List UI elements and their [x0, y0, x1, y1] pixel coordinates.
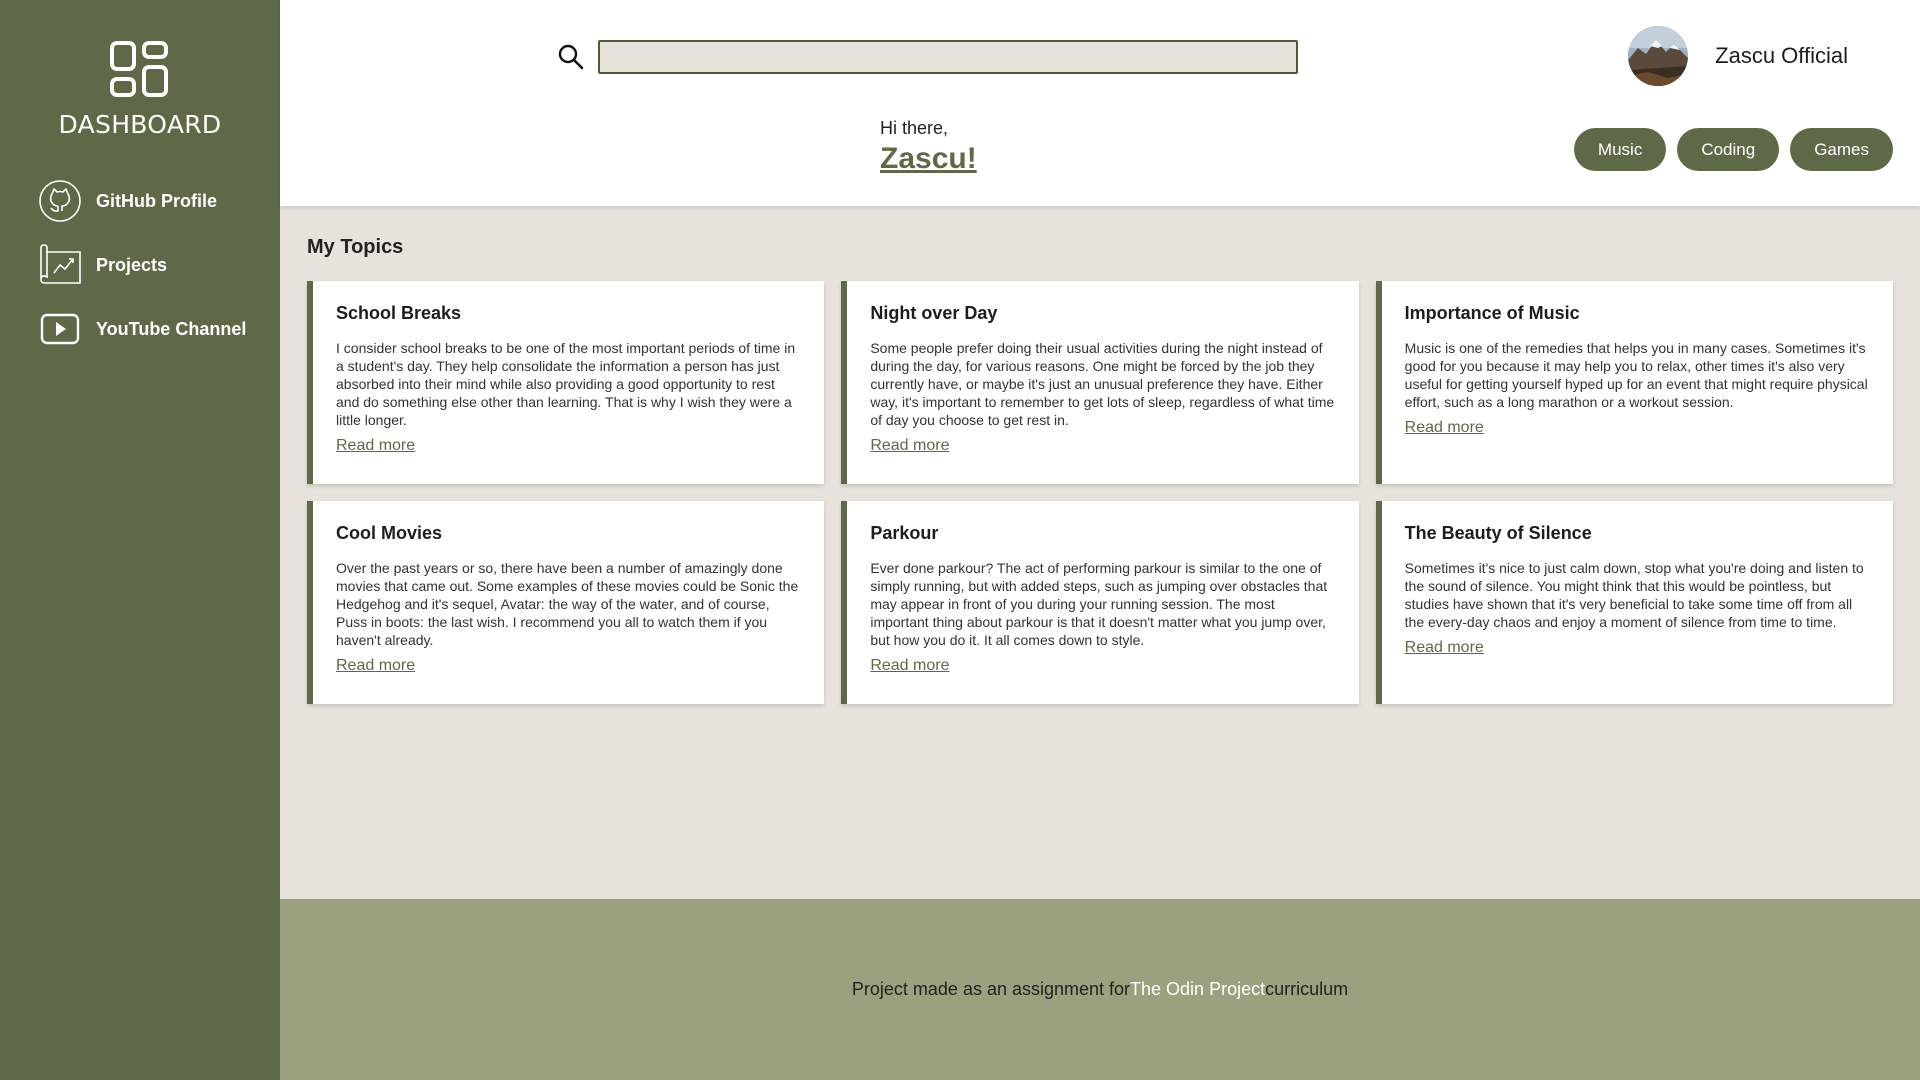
card-title: School Breaks [336, 303, 462, 323]
footer-text-after: curriculum [1265, 979, 1349, 999]
avatar[interactable] [1628, 26, 1689, 86]
sidebar-item-youtube-channel[interactable]: YouTube Channel [0, 307, 280, 351]
card-body: Sometimes it's nice to just calm down, s… [1404, 560, 1864, 630]
youtube-icon [38, 307, 82, 351]
sidebar-item-label: YouTube Channel [96, 318, 247, 339]
topic-buttons: Music Coding Games [1573, 128, 1893, 171]
topic-card: Cool Movies Over the past years or so, t… [307, 501, 825, 704]
topic-card: School Breaks I consider school breaks t… [307, 281, 825, 484]
card-body: Ever done parkour? The act of performing… [870, 560, 1328, 648]
card-body: Some people prefer doing their usual act… [870, 340, 1335, 428]
section-title: My Topics [307, 236, 404, 258]
read-more-link[interactable]: Read more [870, 437, 949, 455]
dashboard-grid-icon [110, 41, 168, 97]
read-more-link[interactable]: Read more [336, 437, 415, 455]
topic-card: Importance of Music Music is one of the … [1375, 281, 1893, 484]
card-body: Over the past years or so, there have be… [336, 560, 799, 648]
read-more-link[interactable]: Read more [336, 657, 415, 675]
greeting: Hi there, Zascu! [880, 118, 977, 176]
sidebar-nav: GitHub Profile Projects YouTube Channel [0, 179, 280, 351]
footer: Project made as an assignment for The Od… [280, 899, 1920, 1080]
games-button[interactable]: Games [1790, 128, 1893, 171]
card-body: I consider school breaks to be one of th… [336, 340, 796, 428]
sidebar-item-label: Projects [96, 254, 168, 275]
brand: DASHBOARD [0, 0, 280, 139]
card-title: Parkour [870, 523, 939, 543]
brand-title: DASHBOARD [58, 110, 222, 139]
read-more-link[interactable]: Read more [1405, 639, 1484, 657]
card-title: The Beauty of Silence [1404, 523, 1592, 543]
music-button[interactable]: Music [1573, 128, 1667, 171]
topic-cards: School Breaks I consider school breaks t… [307, 281, 1893, 704]
sidebar-item-github-profile[interactable]: GitHub Profile [0, 179, 280, 223]
card-body: Music is one of the remedies that helps … [1404, 340, 1868, 410]
header: Zascu Official Hi there, Zascu! Music Co… [280, 0, 1920, 206]
coding-button[interactable]: Coding [1677, 128, 1780, 171]
topic-card: Night over Day Some people prefer doing … [841, 281, 1359, 484]
search-icon[interactable] [556, 42, 586, 72]
card-title: Importance of Music [1404, 303, 1580, 323]
odin-project-link[interactable]: The Odin Project [1130, 979, 1265, 1000]
footer-text-before: Project made as an assignment for [851, 979, 1131, 999]
sidebar-item-label: GitHub Profile [96, 190, 217, 211]
search-bar [556, 40, 1298, 74]
topic-card: Parkour Ever done parkour? The act of pe… [841, 501, 1359, 704]
search-input[interactable] [598, 40, 1298, 74]
topic-card: The Beauty of Silence Sometimes it's nic… [1375, 501, 1893, 704]
card-title: Night over Day [870, 303, 998, 323]
main-content: My Topics School Breaks I consider schoo… [280, 206, 1920, 899]
profile-name: Zascu Official [1715, 43, 1848, 68]
github-icon [38, 179, 82, 223]
sidebar-item-projects[interactable]: Projects [0, 243, 280, 287]
projects-chart-icon [38, 243, 82, 287]
user-profile[interactable]: Zascu Official [1628, 26, 1848, 86]
greeting-username: Zascu! [880, 142, 977, 175]
read-more-link[interactable]: Read more [1405, 419, 1484, 437]
greeting-text: Hi there, [880, 118, 949, 138]
card-title: Cool Movies [336, 523, 443, 543]
read-more-link[interactable]: Read more [870, 657, 949, 675]
sidebar: DASHBOARD GitHub Profile Projects YouTub… [0, 0, 280, 1080]
